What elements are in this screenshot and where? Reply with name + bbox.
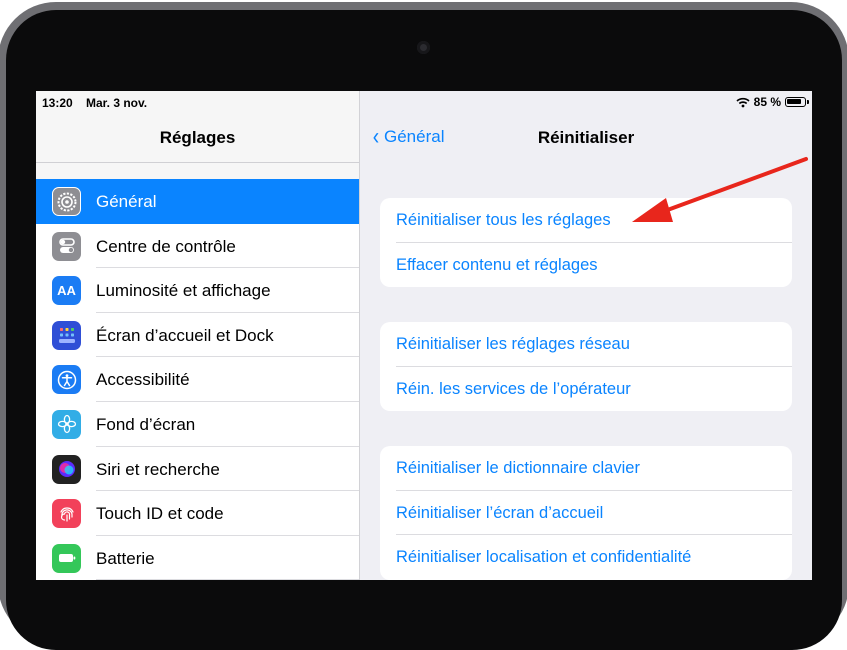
annotation-arrow-icon xyxy=(632,157,808,222)
